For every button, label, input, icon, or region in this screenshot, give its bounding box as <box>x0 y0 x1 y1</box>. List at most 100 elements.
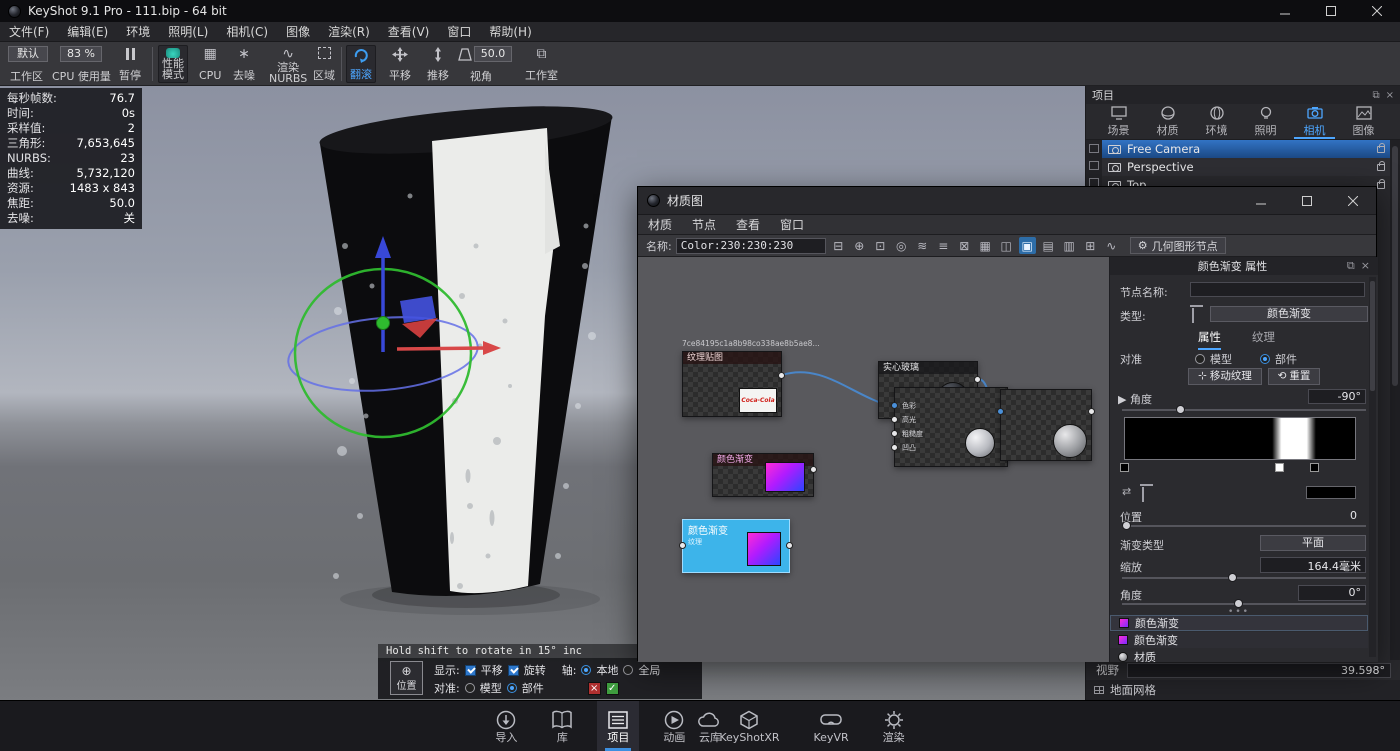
angle-slider[interactable] <box>1122 409 1366 411</box>
undock-icon[interactable]: ⧉ <box>1347 259 1355 273</box>
render-nurbs-button[interactable]: ∿ 渲染NURBS <box>266 45 310 83</box>
linked-input-pin[interactable] <box>997 408 1004 415</box>
pan-checkbox[interactable] <box>465 665 476 676</box>
move-texture-button[interactable]: ⊹移动纹理 <box>1188 368 1262 385</box>
reset-button[interactable]: ⟲重置 <box>1268 368 1320 385</box>
texture-map-node[interactable]: 纹理贴图 Coca-Cola <box>682 351 782 417</box>
menu-edit[interactable]: 编辑(E) <box>58 22 117 42</box>
gizmo-right-axis[interactable] <box>397 348 487 349</box>
split-icon[interactable]: ⊞ <box>1082 237 1099 254</box>
scale-slider-handle[interactable] <box>1228 573 1237 582</box>
menu-help[interactable]: 帮助(H) <box>480 22 540 42</box>
undock-icon[interactable]: ⧉ <box>1372 90 1379 101</box>
tab-texture[interactable]: 纹理 <box>1252 329 1275 348</box>
lock-icon[interactable]: ⊠ <box>956 237 973 254</box>
angle-section[interactable]: ▶ 角度 <box>1118 391 1152 407</box>
align-model-radio[interactable] <box>465 683 475 693</box>
input-pin-color[interactable] <box>891 402 898 409</box>
menu-lighting[interactable]: 照明(L) <box>159 22 217 42</box>
color-gradient-node-2-selected[interactable]: 颜色渐变 纹理 <box>682 519 790 573</box>
taskbar-animation[interactable]: 动画 <box>653 701 695 751</box>
input-pin-specular[interactable] <box>891 416 898 423</box>
texture-thumbnail[interactable]: Coca-Cola <box>739 388 777 413</box>
fov-value-field[interactable]: 39.598° <box>1127 663 1391 678</box>
gradient-type-dropdown[interactable]: 平面 <box>1260 535 1366 551</box>
performance-mode-button[interactable]: 性能模式 <box>158 45 188 83</box>
camera-settings-icon[interactable] <box>1089 161 1099 170</box>
gradient-list-item-1[interactable]: 颜色渐变 <box>1110 615 1368 631</box>
node-name-input[interactable] <box>1190 282 1365 297</box>
gradient-stop-white[interactable] <box>1275 463 1284 472</box>
camera-row-free-camera[interactable]: Free Camera <box>1102 140 1391 158</box>
rotate-checkbox[interactable] <box>508 665 519 676</box>
align-part-radio[interactable] <box>1260 354 1270 364</box>
angle-slider-handle[interactable] <box>1176 405 1185 414</box>
menu-render[interactable]: 渲染(R) <box>319 22 379 42</box>
region-button[interactable]: 区域 <box>310 45 338 83</box>
dolly-tool-button[interactable]: 推移 <box>424 45 452 83</box>
mg-menu-view[interactable]: 查看 <box>726 216 770 233</box>
workspace-preset-dropdown[interactable]: 默认 <box>8 46 48 62</box>
lock-icon[interactable] <box>1377 182 1385 189</box>
axis-local-radio[interactable] <box>581 665 591 675</box>
show-preview-icon[interactable]: ▣ <box>1019 237 1036 254</box>
mg-menu-node[interactable]: 节点 <box>682 216 726 233</box>
mg-menu-window[interactable]: 窗口 <box>770 216 814 233</box>
align-part-radio[interactable] <box>507 683 517 693</box>
add-camera-icon[interactable] <box>1089 144 1099 153</box>
confirm-swatch-button[interactable]: ✓ <box>606 682 619 695</box>
menu-camera[interactable]: 相机(C) <box>217 22 277 42</box>
material-graph-titlebar[interactable]: 材质图 <box>638 187 1376 215</box>
stop-color-swatch[interactable] <box>1306 486 1356 499</box>
menu-environment[interactable]: 环境 <box>117 22 159 42</box>
material-name-input[interactable] <box>676 238 826 254</box>
gradient-thumbnail[interactable] <box>747 532 781 566</box>
zoom-fit-icon[interactable]: ⊡ <box>872 237 889 254</box>
duplicate-icon[interactable]: ◫ <box>998 237 1015 254</box>
denoise-button[interactable]: ∗ 去噪 <box>230 45 258 83</box>
linked-material-thumbnail[interactable] <box>1053 424 1087 458</box>
fov-value-box[interactable]: 50.0 <box>474 46 512 62</box>
angle-value-box[interactable]: -90° <box>1308 389 1366 404</box>
texture-nodes-icon[interactable]: ▤ <box>1040 237 1057 254</box>
axis-global-radio[interactable] <box>623 665 633 675</box>
gradient1-output-pin[interactable] <box>810 466 817 473</box>
taskbar-library[interactable]: 库 <box>541 701 583 751</box>
position-slider-handle[interactable] <box>1122 521 1131 530</box>
input-pin-bump[interactable] <box>891 444 898 451</box>
close-button[interactable] <box>1354 0 1400 22</box>
angle2-value-box[interactable]: 0° <box>1298 585 1366 601</box>
properties-scrollbar[interactable] <box>1369 277 1376 657</box>
cancel-swatch-button[interactable]: × <box>588 682 601 695</box>
maximize-button[interactable] <box>1308 0 1354 22</box>
menu-file[interactable]: 文件(F) <box>0 22 58 42</box>
delete-icon[interactable]: ▦ <box>977 237 994 254</box>
menu-window[interactable]: 窗口 <box>438 22 480 42</box>
lock-icon[interactable] <box>1377 146 1385 153</box>
tab-camera[interactable]: 相机 <box>1290 104 1339 139</box>
mg-close-button[interactable] <box>1330 190 1376 212</box>
align-model-radio[interactable] <box>1195 354 1205 364</box>
taskbar-import[interactable]: 导入 <box>485 701 527 751</box>
glass-output-pin[interactable] <box>974 376 981 383</box>
cpu-mode-button[interactable]: ▦ CPU <box>196 45 224 83</box>
scale-value-box[interactable]: 164.4毫米 <box>1260 557 1366 573</box>
cpu-percent-dropdown[interactable]: 83 % <box>60 46 102 62</box>
panel-close-icon[interactable]: × <box>1386 90 1394 101</box>
gizmo-center-handle[interactable] <box>377 317 390 330</box>
delete-stop-icon[interactable] <box>1142 487 1144 501</box>
taskbar-keyvr[interactable]: KeyVR <box>804 701 859 751</box>
flip-gradient-icon[interactable]: ⇄ <box>1122 485 1131 498</box>
taskbar-keyshotxr[interactable]: KeyShotXR <box>709 701 789 751</box>
titlebar[interactable]: KeyShot 9.1 Pro - 111.bip - 64 bit <box>0 0 1400 22</box>
tab-image[interactable]: 图像 <box>1339 104 1388 139</box>
zoom-in-icon[interactable]: ⊕ <box>851 237 868 254</box>
scale-slider[interactable] <box>1122 577 1366 579</box>
position-tool-button[interactable]: ⊕ 位置 <box>390 661 423 695</box>
tab-scene[interactable]: 场景 <box>1094 104 1143 139</box>
gradient-stop-black-left[interactable] <box>1120 463 1129 472</box>
gradient-editor[interactable] <box>1124 417 1356 460</box>
taskbar-render[interactable]: 渲染 <box>873 701 915 751</box>
lock-icon[interactable] <box>1377 164 1385 171</box>
geometry-node-button[interactable]: ⚙ 几何图形节点 <box>1130 237 1226 254</box>
